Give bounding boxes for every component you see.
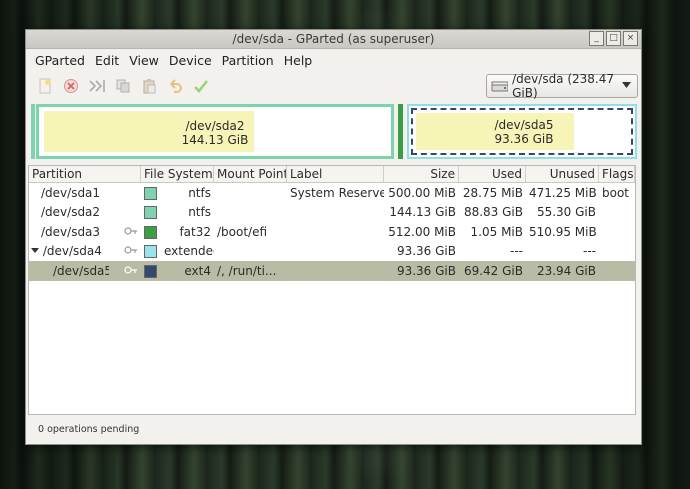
fs-color-swatch [144, 206, 157, 220]
col-size[interactable]: Size [384, 166, 459, 182]
cell-partition: /dev/sda4 [42, 244, 102, 259]
cell-used: 88.83 GiB [463, 205, 523, 220]
device-selector[interactable]: /dev/sda (238.47 GiB) [486, 72, 638, 100]
menu-view[interactable]: View [124, 53, 164, 68]
apply-button[interactable] [190, 75, 212, 97]
col-mountpoint[interactable]: Mount Point [214, 166, 287, 182]
paste-button[interactable] [138, 75, 160, 97]
cell-size: 93.36 GiB [396, 263, 456, 278]
expander-arrow-icon[interactable] [31, 247, 39, 255]
cell-partition: /dev/sda3 [41, 224, 101, 239]
operations-pending-status: 0 operations pending [38, 424, 140, 435]
cell-mountpoint: /boot/efi [217, 224, 268, 239]
fs-color-swatch [144, 225, 157, 239]
cell-partition: /dev/sda1 [41, 185, 101, 200]
menu-bar: GParted Edit View Device Partition Help [26, 49, 641, 71]
new-icon [39, 78, 51, 94]
delete-partition-button[interactable] [60, 75, 82, 97]
device-label: /dev/sda (238.47 GiB) [512, 72, 615, 100]
col-flags[interactable]: Flags [599, 166, 635, 182]
cell-filesystem: extended [164, 244, 214, 259]
key-icon [124, 266, 137, 274]
key-icon [124, 246, 137, 254]
graph-partition-sda5[interactable]: /dev/sda5 93.36 GiB [411, 108, 633, 155]
table-row-selected[interactable]: /dev/sda5 ext4 /, /run/ti... 93.36 GiB 6… [29, 261, 635, 281]
cell-used: 69.42 GiB [463, 263, 523, 278]
key-icon [124, 227, 137, 235]
fs-color-swatch [144, 245, 157, 259]
graph-sda5-size: 93.36 GiB [494, 132, 554, 146]
cell-size: 144.13 GiB [389, 205, 456, 220]
cell-used: --- [510, 244, 523, 259]
table-row[interactable]: /dev/sda3 fat32 /boot/efi 512.00 MiB 1.0… [29, 222, 635, 242]
table-row[interactable]: /dev/sda2 ntfs 144.13 GiB 88.83 GiB 55.3… [29, 203, 635, 223]
cell-flags: boot [602, 185, 630, 200]
maximize-button[interactable]: □ [606, 31, 621, 46]
cell-unused: 510.95 MiB [529, 224, 597, 239]
menu-device[interactable]: Device [164, 53, 217, 68]
fs-color-swatch [144, 186, 157, 200]
chevron-down-icon [622, 82, 631, 88]
cell-filesystem: ntfs [188, 205, 211, 220]
window-title: /dev/sda - GParted (as superuser) [232, 32, 435, 46]
cell-size: 512.00 MiB [388, 224, 456, 239]
cell-partition: /dev/sda2 [41, 205, 101, 220]
cell-size: 93.36 GiB [396, 244, 456, 259]
cell-filesystem: ext4 [184, 263, 211, 278]
cell-size: 500.00 MiB [388, 185, 456, 200]
status-bar: 0 operations pending [26, 416, 641, 444]
undo-icon [170, 79, 182, 93]
cell-mountpoint: /, /run/ti... [217, 263, 277, 278]
cell-unused: --- [583, 244, 596, 259]
menu-help[interactable]: Help [279, 53, 318, 68]
cell-unused: 23.94 GiB [536, 263, 596, 278]
resize-move-button[interactable] [86, 75, 108, 97]
graph-partition-sda2[interactable]: /dev/sda2 144.13 GiB [36, 104, 394, 159]
cell-filesystem: fat32 [179, 224, 211, 239]
delete-icon [64, 79, 78, 93]
table-row[interactable]: /dev/sda4 extended 93.36 GiB --- --- [29, 242, 635, 262]
graph-partition-sda4[interactable]: /dev/sda5 93.36 GiB [407, 104, 637, 159]
cell-unused: 471.25 MiB [529, 185, 597, 200]
copy-icon [116, 79, 130, 93]
graph-sda2-name: /dev/sda2 [185, 119, 245, 133]
partition-table: Partition File System Mount Point Label … [28, 165, 636, 415]
new-partition-button[interactable] [34, 75, 56, 97]
hard-drive-icon [491, 81, 509, 92]
partition-graph: /dev/sda2 144.13 GiB /dev/sda5 93.36 GiB [26, 101, 641, 163]
copy-button[interactable] [112, 75, 134, 97]
menu-partition[interactable]: Partition [217, 53, 279, 68]
resize-move-icon [89, 80, 105, 92]
col-unused[interactable]: Unused [526, 166, 599, 182]
cell-label: System Reserved [290, 185, 384, 200]
table-row[interactable]: /dev/sda1 ntfs System Reserved 500.00 Mi… [29, 183, 635, 203]
graph-partition-sda3[interactable] [398, 104, 403, 159]
table-header: Partition File System Mount Point Label … [29, 166, 635, 183]
col-label[interactable]: Label [287, 166, 384, 182]
title-bar[interactable]: /dev/sda - GParted (as superuser) _ □ × [26, 30, 641, 49]
toolbar: /dev/sda (238.47 GiB) [26, 71, 641, 101]
cell-used: 1.05 MiB [470, 224, 523, 239]
cell-used: 28.75 MiB [462, 185, 523, 200]
col-partition[interactable]: Partition [29, 166, 141, 182]
fs-color-swatch [144, 264, 157, 278]
gparted-window: /dev/sda - GParted (as superuser) _ □ × … [25, 29, 642, 445]
cell-unused: 55.30 GiB [536, 205, 596, 220]
graph-partition-sda1[interactable] [31, 104, 35, 159]
graph-sda5-name: /dev/sda5 [494, 118, 554, 132]
undo-button[interactable] [164, 75, 186, 97]
paste-icon [143, 79, 156, 94]
menu-edit[interactable]: Edit [90, 53, 124, 68]
apply-icon [194, 80, 209, 93]
col-filesystem[interactable]: File System [141, 166, 214, 182]
graph-sda2-size: 144.13 GiB [181, 133, 249, 147]
menu-gparted[interactable]: GParted [30, 53, 90, 68]
cell-filesystem: ntfs [188, 185, 211, 200]
minimize-button[interactable]: _ [589, 31, 604, 46]
close-button[interactable]: × [623, 31, 638, 46]
col-used[interactable]: Used [459, 166, 526, 182]
cell-partition: /dev/sda5 [53, 263, 109, 278]
